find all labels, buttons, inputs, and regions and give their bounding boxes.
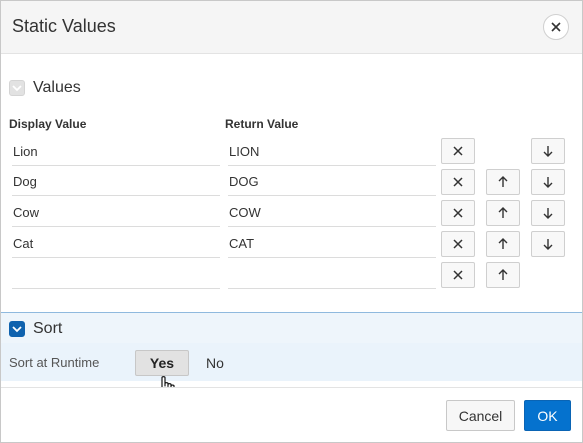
display-value-input[interactable] <box>12 265 220 289</box>
display-value-header: Display Value <box>9 117 87 131</box>
remove-row-button[interactable] <box>441 200 475 226</box>
static-values-dialog: Static Values Values Display Value Retur… <box>0 0 583 443</box>
sort-region-label: Sort <box>33 320 63 337</box>
close-icon <box>453 270 463 280</box>
close-icon <box>453 208 463 218</box>
close-button[interactable] <box>543 14 569 40</box>
arrow-down-icon <box>543 146 553 157</box>
display-value-input[interactable]: Lion <box>12 142 220 166</box>
arrow-up-icon <box>498 207 508 218</box>
sort-no-option[interactable]: No <box>195 350 235 376</box>
chevron-down-icon[interactable] <box>9 80 25 96</box>
return-value-input[interactable]: DOG <box>228 172 436 196</box>
sort-at-runtime-label: Sort at Runtime <box>9 355 100 370</box>
display-value-input[interactable]: Dog <box>12 172 220 196</box>
values-region-header[interactable]: Values <box>9 77 81 99</box>
move-up-button[interactable] <box>486 262 520 288</box>
remove-row-button[interactable] <box>441 138 475 164</box>
close-icon <box>453 239 463 249</box>
return-value-input[interactable]: CAT <box>228 234 436 258</box>
remove-row-button[interactable] <box>441 262 475 288</box>
sort-at-runtime-row: Sort at Runtime Yes No <box>1 343 582 381</box>
sort-yes-option[interactable]: Yes <box>135 350 189 376</box>
arrow-down-icon <box>543 208 553 219</box>
remove-row-button[interactable] <box>441 169 475 195</box>
move-up-button[interactable] <box>486 169 520 195</box>
display-value-input[interactable]: Cat <box>12 234 220 258</box>
move-down-button[interactable] <box>531 200 565 226</box>
close-icon <box>453 177 463 187</box>
return-value-input[interactable] <box>228 265 436 289</box>
dialog-footer: Cancel OK <box>1 387 582 442</box>
arrow-down-icon <box>543 239 553 250</box>
arrow-up-icon <box>498 238 508 249</box>
return-value-input[interactable]: LION <box>228 142 436 166</box>
return-value-header: Return Value <box>225 117 299 131</box>
arrow-down-icon <box>543 177 553 188</box>
chevron-down-icon[interactable] <box>9 321 25 337</box>
arrow-up-icon <box>498 176 508 187</box>
cancel-button[interactable]: Cancel <box>446 400 515 431</box>
sort-region-header[interactable]: Sort <box>1 312 582 344</box>
display-value-input[interactable]: Cow <box>12 203 220 227</box>
values-region-label: Values <box>33 79 81 96</box>
close-icon <box>551 22 561 32</box>
close-icon <box>453 146 463 156</box>
dialog-titlebar: Static Values <box>1 1 582 54</box>
arrow-up-icon <box>498 269 508 280</box>
dialog-title: Static Values <box>12 16 116 36</box>
move-down-button[interactable] <box>531 169 565 195</box>
return-value-input[interactable]: COW <box>228 203 436 227</box>
move-up-button[interactable] <box>486 231 520 257</box>
move-down-button[interactable] <box>531 231 565 257</box>
move-down-button[interactable] <box>531 138 565 164</box>
move-up-button[interactable] <box>486 200 520 226</box>
remove-row-button[interactable] <box>441 231 475 257</box>
ok-button[interactable]: OK <box>524 400 571 431</box>
